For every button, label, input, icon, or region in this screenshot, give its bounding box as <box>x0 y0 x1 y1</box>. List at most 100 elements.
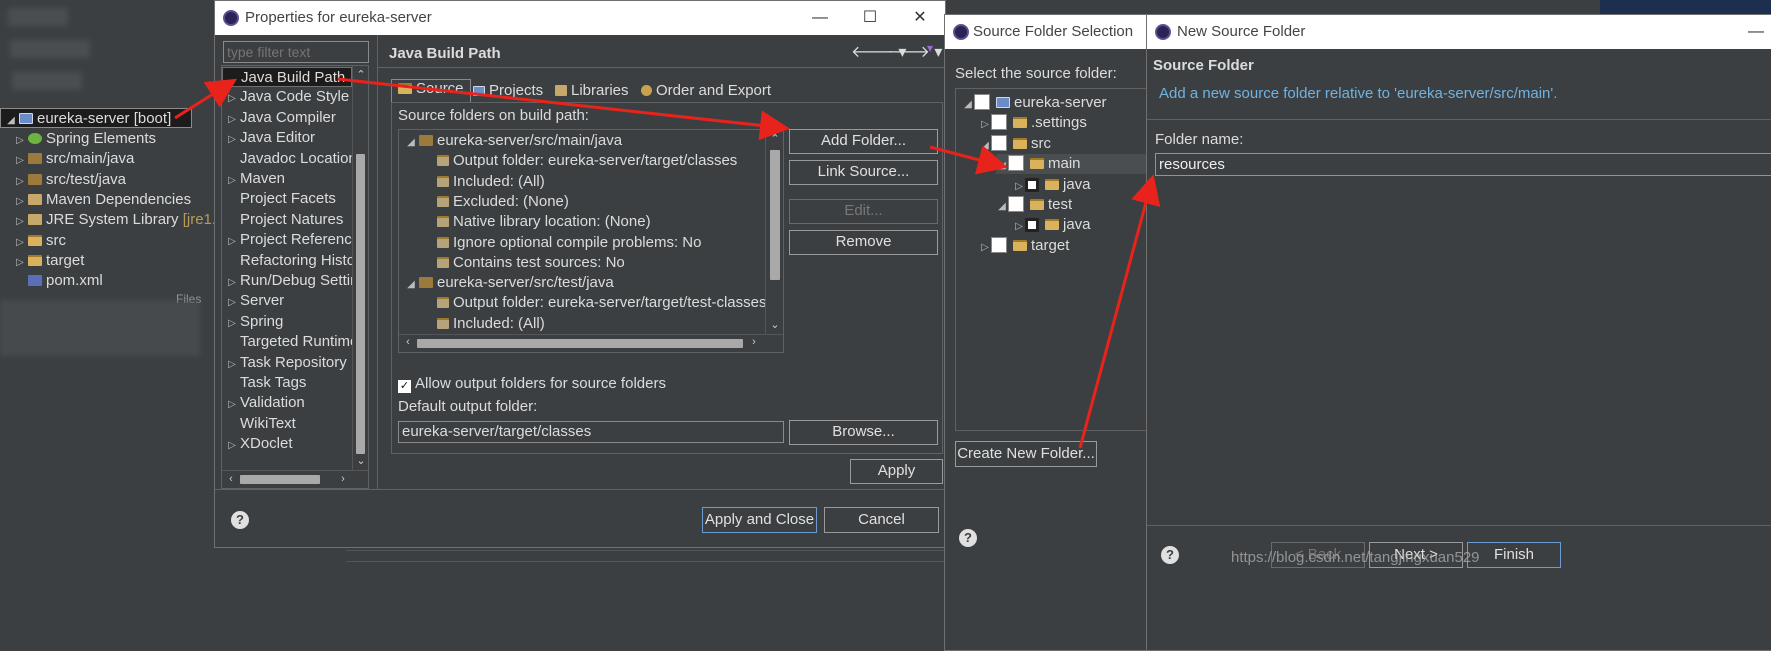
checkbox-icon[interactable] <box>1025 218 1039 233</box>
source-folder-property[interactable]: Excluded: (None) <box>435 192 569 212</box>
explorer-item[interactable]: ▷ target <box>0 251 84 271</box>
checkbox-icon[interactable] <box>991 134 1007 151</box>
category-item[interactable]: Java Build Path <box>222 67 352 87</box>
checkbox-icon[interactable] <box>991 236 1007 253</box>
category-item[interactable]: ▷ Run/Debug Settings <box>222 271 368 293</box>
browse-button[interactable]: Browse... <box>789 420 938 445</box>
category-item[interactable]: Refactoring History <box>222 251 368 271</box>
expand-arrow-icon[interactable]: ▷ <box>226 355 238 375</box>
expand-arrow-icon[interactable]: ▷ <box>226 436 238 456</box>
expand-arrow-icon[interactable]: ▷ <box>1013 177 1025 197</box>
expand-arrow-icon[interactable]: ▷ <box>226 110 238 130</box>
expand-arrow-icon[interactable]: ▷ <box>226 273 238 293</box>
minimize-icon[interactable]: — <box>795 1 845 35</box>
source-folder-property[interactable]: Output folder: eureka-server/target/clas… <box>435 151 737 171</box>
source-folder-property[interactable]: Contains test sources: No <box>435 253 625 273</box>
category-scrollbar[interactable]: ⌃ ⌄ <box>352 66 368 472</box>
checkbox-icon[interactable] <box>1008 196 1024 212</box>
expand-arrow-icon[interactable]: ◢ <box>5 111 17 131</box>
scroll-down-icon[interactable]: ⌄ <box>766 318 783 331</box>
category-item[interactable]: ▷ Spring <box>222 312 352 332</box>
expand-arrow-icon[interactable]: ▷ <box>226 314 238 334</box>
category-item[interactable]: Project Natures <box>222 210 352 230</box>
selection-tree-item[interactable]: ▷ java <box>1013 215 1090 237</box>
explorer-item[interactable]: ▷ Spring Elements <box>0 129 156 149</box>
scrollbar-thumb[interactable] <box>770 150 780 280</box>
checkbox-icon[interactable] <box>1008 155 1024 172</box>
selection-tree-item[interactable]: ▷ java <box>1013 175 1090 197</box>
checkbox-icon[interactable] <box>991 114 1007 131</box>
expand-arrow-icon[interactable]: ▷ <box>14 131 26 151</box>
tab-libraries[interactable]: Libraries <box>553 81 639 103</box>
expand-arrow-icon[interactable]: ▷ <box>14 233 26 253</box>
expand-arrow-icon[interactable]: ▷ <box>226 395 238 415</box>
checkbox-icon[interactable] <box>1025 177 1039 192</box>
category-item[interactable]: ▷ XDoclet <box>222 434 352 454</box>
selection-tree-item[interactable]: ◢ test <box>996 195 1072 215</box>
help-icon[interactable]: ? <box>959 529 977 547</box>
expand-arrow-icon[interactable]: ▷ <box>14 212 26 232</box>
expand-arrow-icon[interactable]: ◢ <box>405 275 417 295</box>
selection-tree-item[interactable]: ▷ target <box>979 236 1069 256</box>
apply-button[interactable]: Apply <box>850 459 943 484</box>
tree-hscrollbar[interactable]: ‹ › <box>399 334 783 352</box>
filter-input[interactable] <box>223 41 369 63</box>
menu-icon[interactable]: ▾ <box>927 41 933 55</box>
category-item[interactable]: ▷ Project References <box>222 230 367 252</box>
scroll-up-icon[interactable]: ⌃ <box>353 68 368 81</box>
expand-arrow-icon[interactable]: ▷ <box>14 192 26 212</box>
help-icon[interactable]: ? <box>231 511 249 529</box>
expand-arrow-icon[interactable]: ◢ <box>996 197 1008 217</box>
expand-arrow-icon[interactable]: ▷ <box>979 238 991 258</box>
create-new-folder-button[interactable]: Create New Folder... <box>955 441 1097 467</box>
source-folder-property[interactable]: Output folder: eureka-server/target/test… <box>435 293 766 313</box>
expand-arrow-icon[interactable]: ▷ <box>14 253 26 273</box>
explorer-item-project[interactable]: ◢ eureka-server [boot] <box>0 108 192 128</box>
source-folder-property[interactable]: Ignore optional compile problems: No <box>435 233 701 253</box>
finish-button[interactable]: Finish <box>1467 542 1561 568</box>
category-item[interactable]: ▷ Server <box>222 291 352 311</box>
scrollbar-thumb[interactable] <box>356 154 365 454</box>
category-item[interactable]: ▷ Maven <box>222 169 352 189</box>
expand-arrow-icon[interactable]: ▷ <box>1013 217 1025 237</box>
category-hscrollbar[interactable]: ‹ › <box>222 470 368 488</box>
folder-name-input[interactable]: resources <box>1155 153 1771 176</box>
add-folder-button[interactable]: Add Folder... <box>789 129 938 154</box>
source-folder-property[interactable]: Included: (All) <box>435 172 545 192</box>
checkbox-icon[interactable] <box>974 94 990 110</box>
tab-source[interactable]: Source <box>391 79 471 103</box>
selection-tree-item[interactable]: ▷ .settings <box>979 113 1087 133</box>
source-folder-item[interactable]: ◢ eureka-server/src/main/java <box>405 131 622 151</box>
apply-and-close-button[interactable]: Apply and Close <box>702 507 817 533</box>
source-folder-item[interactable]: ◢ eureka-server/src/test/java <box>405 273 614 293</box>
selection-tree[interactable]: ◢ eureka-server ▷ .settings ◢ src ◢ main ▷ java ◢ t… <box>955 88 1147 431</box>
maximize-icon[interactable]: ☐ <box>845 1 895 35</box>
remove-button[interactable]: Remove <box>789 230 938 255</box>
explorer-item[interactable]: ▷ JRE System Library [jre1.8 <box>0 210 224 230</box>
source-folder-property[interactable]: Included: (All) <box>435 314 545 334</box>
scrollbar-thumb[interactable] <box>240 475 320 484</box>
selection-tree-item[interactable]: ◢ eureka-server <box>962 93 1107 113</box>
edit-button[interactable]: Edit... <box>789 199 938 224</box>
source-folder-tree[interactable]: ◢ eureka-server/src/main/java Output folde… <box>398 129 784 353</box>
expand-arrow-icon[interactable]: ▷ <box>14 151 26 171</box>
explorer-item[interactable]: ▷ src <box>0 231 66 251</box>
explorer-item[interactable]: ▷ src/main/java <box>0 149 134 169</box>
default-output-field[interactable]: eureka-server/target/classes <box>398 421 784 443</box>
expand-arrow-icon[interactable]: ▷ <box>226 89 238 109</box>
scroll-up-icon[interactable]: ⌃ <box>766 132 783 145</box>
expand-arrow-icon[interactable]: ▷ <box>226 171 238 191</box>
link-source-button[interactable]: Link Source... <box>789 160 938 185</box>
source-folder-property[interactable]: Native library location: (None) <box>435 212 651 232</box>
checkbox-checked-icon[interactable]: ✓ <box>398 380 411 393</box>
category-item[interactable]: Project Facets <box>222 189 352 209</box>
expand-arrow-icon[interactable]: ▷ <box>226 232 238 252</box>
expand-arrow-icon[interactable]: ◢ <box>405 133 417 153</box>
expand-arrow-icon[interactable]: ◢ <box>979 136 991 156</box>
expand-arrow-icon[interactable]: ▷ <box>14 172 26 192</box>
minimize-icon[interactable]: — <box>1741 15 1771 49</box>
category-item[interactable]: ▷ Validation <box>222 393 352 413</box>
expand-arrow-icon[interactable]: ▷ <box>226 130 238 150</box>
scroll-left-icon[interactable]: ‹ <box>224 473 238 485</box>
scroll-down-icon[interactable]: ⌄ <box>353 454 368 467</box>
